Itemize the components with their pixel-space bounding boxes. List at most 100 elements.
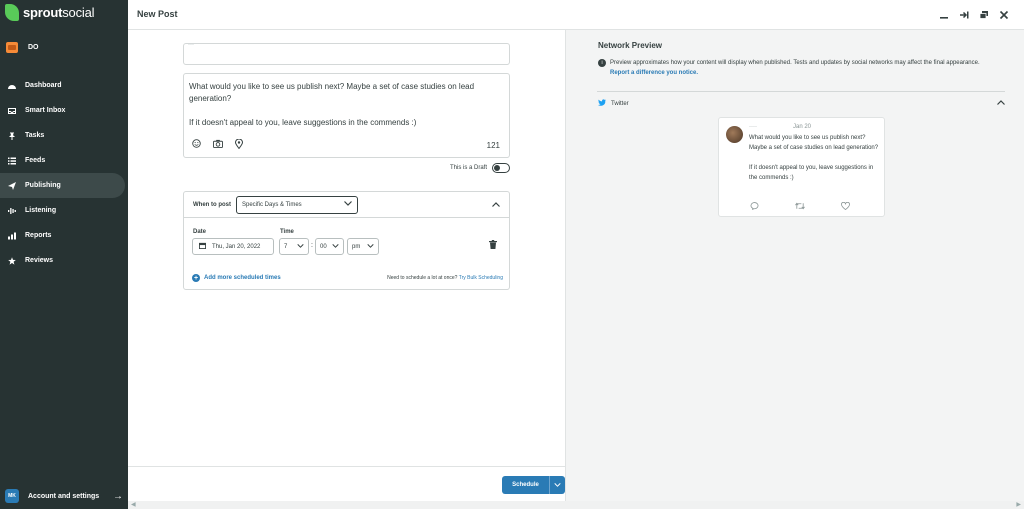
- window-controls: [938, 9, 1009, 20]
- scroll-right-icon[interactable]: ▶: [1016, 501, 1021, 508]
- nav-label: Reviews: [25, 257, 54, 264]
- trash-icon[interactable]: [489, 240, 497, 251]
- chevron-down-icon: [297, 243, 304, 250]
- nav-item-smart-inbox[interactable]: Smart Inbox: [0, 98, 128, 123]
- preview-info: i Preview approximates how your content …: [598, 58, 998, 78]
- profile-selector-placeholder-icon: ···: [188, 42, 194, 48]
- time-label: Time: [280, 229, 294, 235]
- draft-toggle-row: This is a Draft: [450, 163, 510, 173]
- bulk-scheduling-hint: Need to schedule a lot at once? Try Bulk…: [387, 275, 503, 281]
- twitter-preview-header[interactable]: Twitter: [598, 99, 1005, 108]
- tweet-text: What would you like to see us publish ne…: [749, 135, 879, 181]
- character-count: 121: [486, 141, 500, 150]
- sprout-social-logo[interactable]: sproutsocial: [5, 4, 94, 21]
- listening-icon: [8, 207, 16, 215]
- date-value: Thu, Jan 20, 2022: [212, 243, 261, 250]
- calendar-icon: [199, 242, 206, 251]
- nav-label: Tasks: [25, 132, 45, 139]
- minimize-icon[interactable]: [938, 9, 949, 20]
- bulk-text: Need to schedule a lot at once?: [387, 275, 458, 281]
- dock-right-icon[interactable]: [958, 9, 969, 20]
- add-scheduled-times-link[interactable]: + Add more scheduled times: [192, 274, 281, 282]
- ampm-value: pm: [352, 243, 361, 250]
- report-difference-link[interactable]: Report a difference you notice.: [610, 70, 698, 76]
- add-times-label: Add more scheduled times: [204, 275, 281, 281]
- when-to-post-label: When to post: [193, 201, 231, 208]
- location-pin-icon[interactable]: [234, 138, 244, 151]
- nav-item-reports[interactable]: Reports: [0, 223, 128, 248]
- paper-plane-icon: [8, 181, 16, 190]
- compose-toolbar: [192, 138, 244, 151]
- account-and-settings[interactable]: MK Account and settings →: [5, 489, 123, 503]
- leaf-logo-icon: [5, 4, 19, 21]
- nav-item-listening[interactable]: Listening: [0, 198, 128, 223]
- draft-label: This is a Draft: [449, 165, 487, 171]
- avatar: [726, 126, 743, 143]
- minute-value: 00: [320, 243, 327, 250]
- emoji-icon[interactable]: [192, 139, 201, 151]
- chevron-down-icon: [332, 243, 339, 250]
- when-to-post-value: Specific Days & Times: [242, 201, 302, 208]
- horizontal-scrollbar[interactable]: ◀ ▶: [128, 501, 1024, 509]
- scroll-left-icon[interactable]: ◀: [131, 501, 136, 508]
- preview-title: Network Preview: [598, 41, 663, 50]
- tweet-actions: [750, 201, 850, 212]
- twitter-bird-icon: [598, 99, 606, 108]
- sidebar: sproutsocial DO Dashboard Smart Inbox Ta…: [0, 0, 128, 509]
- compose-box[interactable]: What would you like to see us publish ne…: [183, 73, 510, 158]
- plus-circle-icon: +: [192, 274, 200, 282]
- nav-label: Publishing: [25, 182, 61, 189]
- info-icon: i: [598, 59, 606, 67]
- nav-label: Dashboard: [25, 82, 62, 89]
- divider: [597, 91, 1005, 92]
- tweet-date: Jan 20: [793, 124, 812, 130]
- chevron-down-icon: [367, 243, 374, 250]
- dashboard-icon: [8, 82, 16, 90]
- brand-switcher[interactable]: DO: [6, 42, 39, 53]
- tweet-handle-placeholder-icon: ····: [749, 124, 757, 130]
- popout-icon[interactable]: [978, 9, 989, 20]
- date-picker[interactable]: Thu, Jan 20, 2022: [192, 238, 274, 255]
- close-icon[interactable]: [998, 9, 1009, 20]
- date-time-labels: Date Time: [193, 229, 294, 235]
- nav-item-feeds[interactable]: Feeds: [0, 148, 128, 173]
- schedule-card: When to post Specific Days & Times Date …: [183, 191, 510, 290]
- nav-item-publishing[interactable]: Publishing: [0, 173, 125, 198]
- nav-item-reviews[interactable]: Reviews: [0, 248, 128, 273]
- post-editor: ··· What would you like to see us publis…: [128, 30, 565, 466]
- time-separator: :: [311, 242, 313, 249]
- nav-label: Listening: [25, 207, 57, 214]
- nav-label: Feeds: [25, 157, 46, 164]
- chevron-up-icon[interactable]: [997, 98, 1005, 107]
- draft-toggle[interactable]: [492, 163, 510, 173]
- schedule-options-button[interactable]: [549, 476, 565, 494]
- bulk-scheduling-link[interactable]: Try Bulk Scheduling: [459, 275, 503, 281]
- preview-info-text: Preview approximates how your content wi…: [610, 60, 980, 76]
- hour-value: 7: [284, 243, 288, 250]
- compose-text[interactable]: What would you like to see us publish ne…: [189, 81, 489, 129]
- avatar: MK: [5, 489, 19, 503]
- chevron-up-icon[interactable]: [492, 200, 500, 209]
- inbox-icon: [8, 107, 16, 115]
- editor-footer: Schedule: [128, 466, 565, 501]
- nav-label: Reports: [25, 232, 52, 239]
- nav-item-dashboard[interactable]: Dashboard: [0, 73, 128, 98]
- main-nav: Dashboard Smart Inbox Tasks Feeds Publis…: [0, 73, 128, 273]
- pin-icon: [8, 132, 16, 140]
- nav-item-tasks[interactable]: Tasks: [0, 123, 128, 148]
- camera-icon[interactable]: [213, 139, 223, 151]
- schedule-button[interactable]: Schedule: [502, 476, 549, 494]
- nav-label: Smart Inbox: [25, 107, 66, 114]
- ampm-select[interactable]: pm: [347, 238, 379, 255]
- tweet-preview-card: ···· Jan 20 What would you like to see us…: [718, 117, 885, 217]
- hour-select[interactable]: 7: [279, 238, 309, 255]
- account-label: Account and settings: [28, 492, 100, 500]
- date-label: Date: [193, 229, 207, 235]
- tweet-meta: ···· Jan 20: [749, 124, 811, 130]
- profile-selector[interactable]: ···: [183, 42, 510, 65]
- when-to-post-select[interactable]: Specific Days & Times: [236, 195, 358, 214]
- retweet-icon: [795, 202, 805, 212]
- minute-select[interactable]: 00: [315, 238, 344, 255]
- feeds-icon: [8, 157, 16, 165]
- when-to-post-row: When to post Specific Days & Times: [184, 192, 509, 218]
